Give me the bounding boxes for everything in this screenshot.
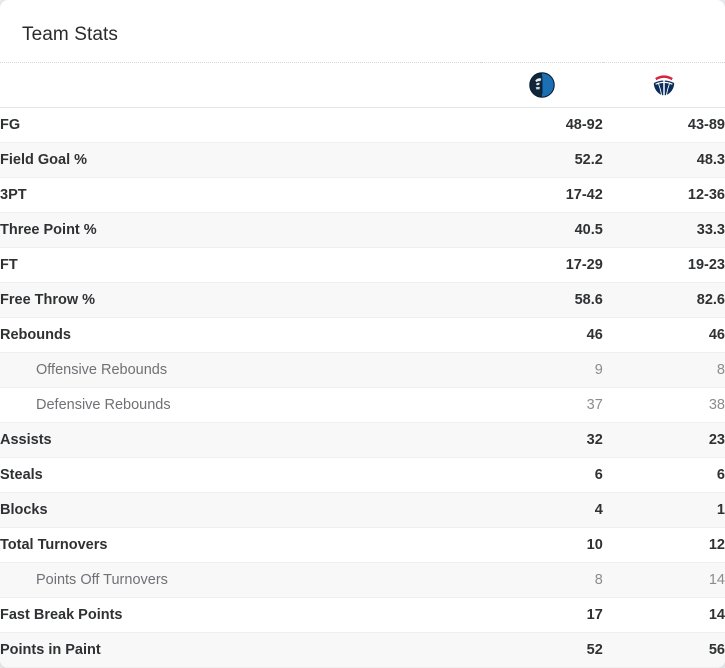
table-row: Points in Paint 52 56 <box>0 632 725 668</box>
stat-value-away: 56 <box>602 632 725 668</box>
table-row: Defensive Rebounds 37 38 <box>0 387 725 423</box>
stat-label: FG <box>0 107 481 143</box>
stat-value-away: 8 <box>602 352 725 388</box>
stat-label-column-header <box>0 62 481 108</box>
team-column-header-away <box>602 62 725 108</box>
stat-value-home: 17 <box>480 597 603 633</box>
table-row: FT 17-29 19-23 <box>0 247 725 283</box>
table-row: Field Goal % 52.2 48.3 <box>0 142 725 178</box>
team-column-header-home <box>480 62 603 108</box>
stat-value-home: 6 <box>480 457 603 493</box>
stat-value-home: 40.5 <box>480 212 603 248</box>
stat-value-home: 48-92 <box>480 107 603 143</box>
stat-label: Points Off Turnovers <box>0 562 481 598</box>
stat-label: 3PT <box>0 177 481 213</box>
stat-label: Offensive Rebounds <box>0 352 481 388</box>
stat-value-away: 12-36 <box>602 177 725 213</box>
stat-value-away: 14 <box>602 597 725 633</box>
stat-label: Steals <box>0 457 481 493</box>
table-row: Rebounds 46 46 <box>0 317 725 353</box>
table-row: 3PT 17-42 12-36 <box>0 177 725 213</box>
table-header <box>0 62 725 108</box>
stat-value-home: 8 <box>480 562 603 598</box>
stat-label: Assists <box>0 422 481 458</box>
stat-value-home: 58.6 <box>480 282 603 318</box>
stat-value-home: 46 <box>480 317 603 353</box>
stat-label: Points in Paint <box>0 632 481 668</box>
stat-value-home: 4 <box>480 492 603 528</box>
table-row: FG 48-92 43-89 <box>0 107 725 143</box>
stat-value-home: 52.2 <box>480 142 603 178</box>
stat-value-away: 12 <box>602 527 725 563</box>
stat-label: Rebounds <box>0 317 481 353</box>
stat-value-home: 10 <box>480 527 603 563</box>
stat-value-away: 23 <box>602 422 725 458</box>
table-row: Total Turnovers 10 12 <box>0 527 725 563</box>
page-title: Team Stats <box>22 24 119 45</box>
stat-label: FT <box>0 247 481 283</box>
stat-value-away: 1 <box>602 492 725 528</box>
stat-value-away: 38 <box>602 387 725 423</box>
table-row: Steals 6 6 <box>0 457 725 493</box>
table-row: Free Throw % 58.6 82.6 <box>0 282 725 318</box>
table-row: Fast Break Points 17 14 <box>0 597 725 633</box>
stat-value-away: 19-23 <box>602 247 725 283</box>
stat-label: Field Goal % <box>0 142 481 178</box>
stat-label: Free Throw % <box>0 282 481 318</box>
table-row: Points Off Turnovers 8 14 <box>0 562 725 598</box>
table-row: Offensive Rebounds 9 8 <box>0 352 725 388</box>
stat-value-away: 33.3 <box>602 212 725 248</box>
stat-value-away: 43-89 <box>602 107 725 143</box>
mavericks-logo-icon[interactable] <box>528 72 555 98</box>
table-header-row <box>0 62 725 108</box>
table-body: FG 48-92 43-89 Field Goal % 52.2 48.3 3PT 17-42… <box>0 107 725 668</box>
stat-label: Defensive Rebounds <box>0 387 481 423</box>
team-stats-card: Team Stats FG 48-92 43-89 Field Goal % 5… <box>0 0 725 668</box>
stat-label: Three Point % <box>0 212 481 248</box>
stat-label: Total Turnovers <box>0 527 481 563</box>
stat-value-home: 32 <box>480 422 603 458</box>
stat-value-away: 6 <box>602 457 725 493</box>
table-row: Assists 32 23 <box>0 422 725 458</box>
stat-label: Blocks <box>0 492 481 528</box>
stat-value-away: 46 <box>602 317 725 353</box>
stat-label: Fast Break Points <box>0 597 481 633</box>
team-stats-table: FG 48-92 43-89 Field Goal % 52.2 48.3 3PT 17-42… <box>0 62 725 668</box>
stat-value-away: 14 <box>602 562 725 598</box>
stat-value-home: 9 <box>480 352 603 388</box>
stat-value-home: 17-42 <box>480 177 603 213</box>
table-row: Three Point % 40.5 33.3 <box>0 212 725 248</box>
stat-value-away: 48.3 <box>602 142 725 178</box>
stat-value-home: 52 <box>480 632 603 668</box>
table-row: Blocks 4 1 <box>0 492 725 528</box>
stat-value-home: 37 <box>480 387 603 423</box>
stat-value-away: 82.6 <box>602 282 725 318</box>
wizards-logo-icon[interactable] <box>651 72 677 98</box>
stat-value-home: 17-29 <box>480 247 603 283</box>
